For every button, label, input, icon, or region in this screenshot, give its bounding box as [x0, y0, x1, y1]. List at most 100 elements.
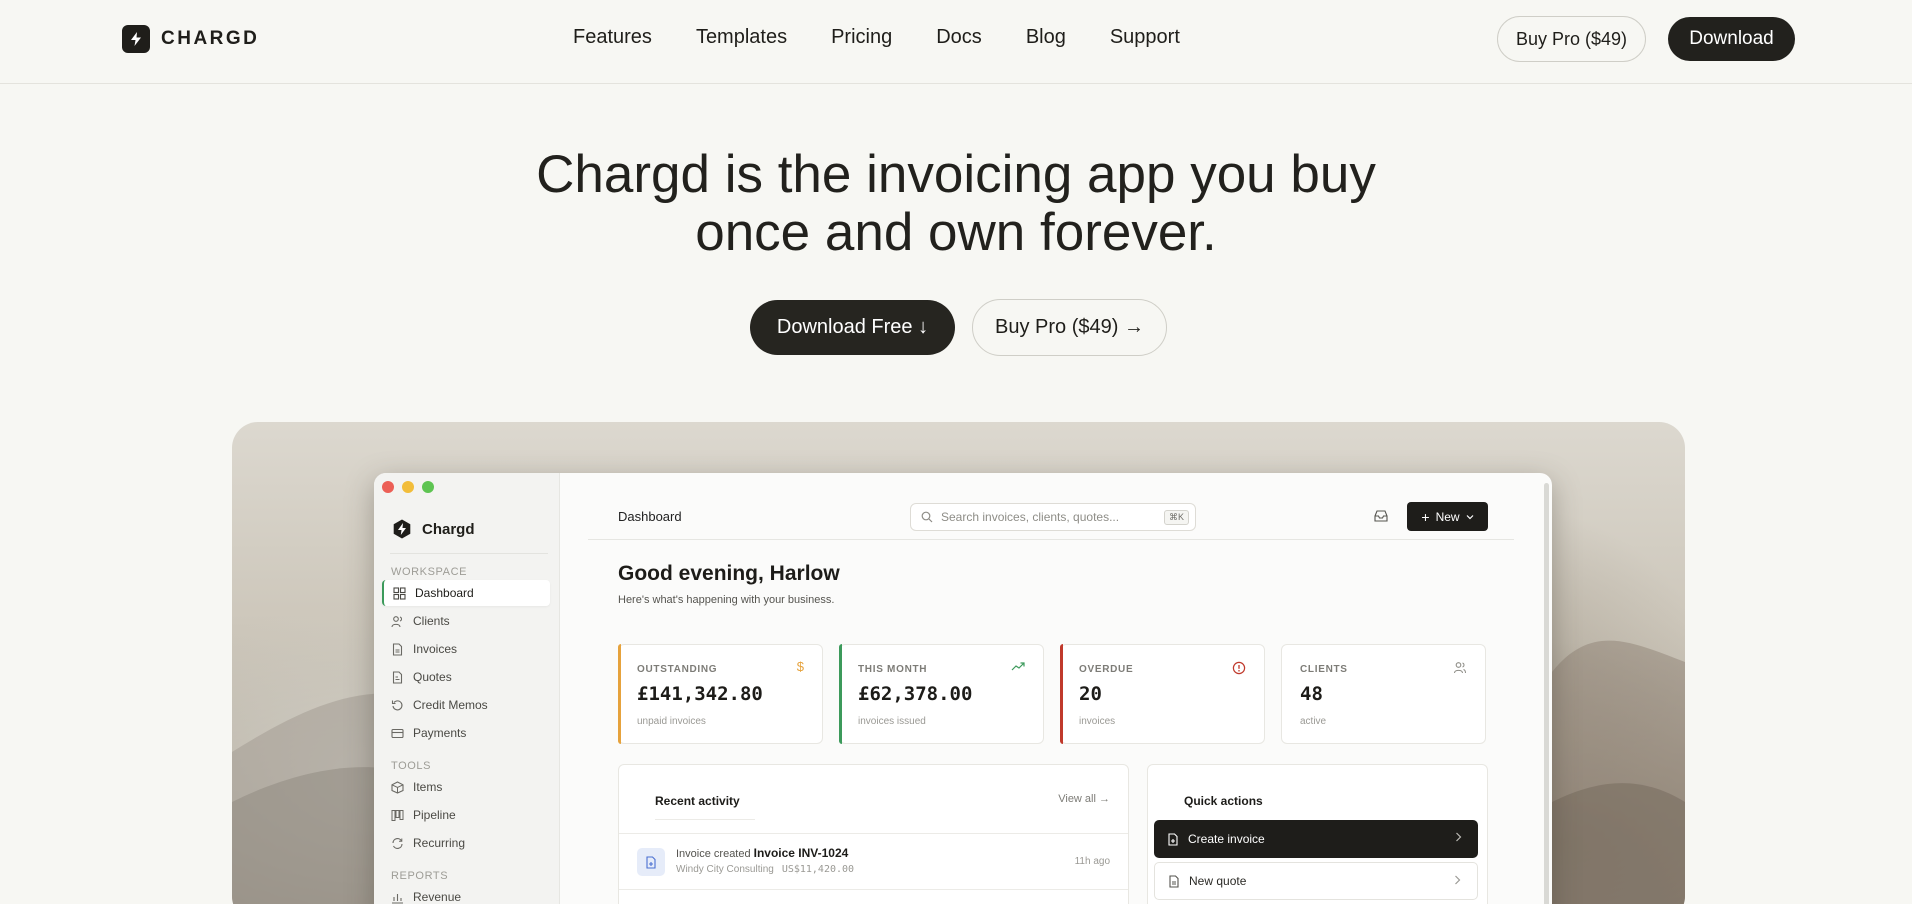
activity-action: Invoice created [676, 848, 751, 860]
dollar-icon: $ [796, 659, 804, 674]
card-sub: invoices [1079, 716, 1116, 727]
sidebar-item-label: Revenue [413, 890, 462, 904]
card-sub: active [1300, 716, 1327, 727]
sidebar-section-workspace: WORKSPACE [391, 566, 468, 578]
plus-icon: + [1421, 508, 1430, 525]
sidebar-item-label: Recurring [413, 836, 466, 850]
stat-card-this-month[interactable]: THIS MONTH £62,378.00 invoices issued [839, 644, 1044, 744]
sidebar-item-label: Payments [413, 726, 467, 740]
top-nav: CHARGD Features Templates Pricing Docs B… [0, 0, 1912, 84]
sidebar-item-clients[interactable]: Clients [382, 608, 550, 634]
activity-time: 11h ago [1074, 856, 1110, 867]
refresh-icon [392, 837, 403, 849]
close-window-icon[interactable] [382, 481, 394, 493]
scrollbar[interactable] [1544, 483, 1549, 904]
sidebar-divider [390, 553, 548, 554]
list-item[interactable]: Invoice created Invoice INV-1024 Windy Ci… [619, 833, 1128, 889]
search-input[interactable]: Search invoices, clients, quotes... ⌘K [910, 503, 1196, 531]
hero-buy-pro-button[interactable]: Buy Pro ($49) → [972, 299, 1167, 356]
nav-links: Features Templates Pricing Docs Blog Sup… [573, 26, 1180, 49]
nav-link-features[interactable]: Features [573, 26, 652, 49]
app-brand-name: Chargd [422, 520, 475, 538]
sidebar-item-quotes[interactable]: Quotes [382, 664, 550, 690]
hero-title: Chargd is the invoicing app you buy once… [456, 146, 1456, 262]
hero-title-line2: once and own forever. [695, 203, 1217, 262]
nav-link-support[interactable]: Support [1110, 26, 1180, 49]
nav-link-pricing[interactable]: Pricing [831, 26, 892, 49]
card-label: CLIENTS [1300, 664, 1348, 675]
panel-title: Quick actions [1184, 794, 1263, 808]
card-label: OUTSTANDING [637, 664, 718, 675]
minimize-window-icon[interactable] [402, 481, 414, 493]
card-accent-bar [839, 644, 842, 744]
view-all-link[interactable]: View all → [1058, 793, 1110, 805]
card-label: THIS MONTH [858, 664, 928, 675]
sidebar-item-pipeline[interactable]: Pipeline [382, 802, 550, 828]
search-icon [921, 511, 933, 523]
greeting-subtitle: Here's what's happening with your busine… [618, 594, 835, 606]
rotate-ccw-icon [391, 699, 403, 710]
app-brand[interactable]: Chargd [392, 519, 475, 539]
users-icon [391, 615, 402, 627]
page-title: Dashboard [618, 509, 682, 524]
sidebar-item-invoices[interactable]: Invoices [382, 636, 550, 662]
stat-card-outstanding[interactable]: OUTSTANDING $ £141,342.80 unpaid invoice… [618, 644, 823, 744]
app-logo-icon [393, 519, 411, 539]
download-button[interactable]: Download [1668, 17, 1795, 61]
sidebar-item-label: Pipeline [413, 808, 456, 822]
card-value: £62,378.00 [858, 683, 973, 705]
alert-circle-icon [1232, 661, 1246, 675]
sidebar-item-payments[interactable]: Payments [382, 720, 550, 746]
header-divider [588, 539, 1514, 540]
chevron-right-icon [1455, 875, 1461, 885]
sidebar-item-label: Dashboard [415, 586, 474, 600]
file-plus-icon [1168, 832, 1178, 846]
brand-logo[interactable]: CHARGD [122, 25, 259, 53]
activity-title: Invoice created Invoice INV-1024 [676, 846, 848, 860]
chevron-down-icon [1466, 514, 1474, 519]
chart-icon [392, 893, 403, 904]
activity-meta: Windy City Consulting US$11,420.00 [676, 864, 854, 875]
app-window: Chargd WORKSPACE Dashboard Clients Invoi… [374, 473, 1552, 904]
sidebar-section-tools: TOOLS [391, 760, 432, 772]
greeting-title: Good evening, Harlow [618, 562, 840, 585]
recent-activity-panel: Recent activity View all → Invoice creat… [618, 764, 1129, 904]
nav-link-templates[interactable]: Templates [696, 26, 787, 49]
buy-pro-button[interactable]: Buy Pro ($49) [1497, 16, 1646, 62]
create-invoice-button[interactable]: Create invoice [1154, 820, 1478, 858]
hero-title-line1: Chargd is the invoicing app you buy [536, 145, 1376, 204]
maximize-window-icon[interactable] [422, 481, 434, 493]
search-shortcut-badge: ⌘K [1163, 509, 1189, 525]
nav-link-blog[interactable]: Blog [1026, 26, 1066, 49]
title-underline [655, 819, 755, 820]
sidebar-item-items[interactable]: Items [382, 774, 550, 800]
card-label: OVERDUE [1079, 664, 1134, 675]
list-item[interactable] [619, 889, 1128, 904]
nav-link-docs[interactable]: Docs [936, 26, 982, 49]
sidebar-item-label: Items [413, 780, 443, 794]
file-text-icon [392, 670, 403, 684]
new-button[interactable]: + New [1407, 502, 1488, 531]
activity-client: Windy City Consulting [676, 864, 774, 875]
download-free-button[interactable]: Download Free ↓ [750, 300, 955, 355]
sidebar-item-credit-memos[interactable]: Credit Memos [382, 692, 550, 718]
window-controls [382, 481, 434, 493]
inbox-icon[interactable] [1374, 510, 1388, 522]
sidebar-item-revenue[interactable]: Revenue [382, 884, 550, 904]
card-accent-bar [618, 644, 621, 744]
new-quote-button[interactable]: New quote [1154, 862, 1478, 900]
sidebar-item-label: Credit Memos [413, 698, 488, 712]
box-icon [391, 780, 404, 794]
sidebar-item-recurring[interactable]: Recurring [382, 830, 550, 856]
card-value: £141,342.80 [637, 683, 763, 705]
credit-card-icon [391, 728, 404, 738]
card-value: 20 [1079, 683, 1102, 705]
chevron-right-icon [1456, 832, 1462, 842]
sidebar-item-label: Clients [413, 614, 450, 628]
activity-amount: US$11,420.00 [781, 864, 855, 875]
sidebar-item-dashboard[interactable]: Dashboard [382, 580, 550, 606]
stat-card-overdue[interactable]: OVERDUE 20 invoices [1060, 644, 1265, 744]
activity-ref[interactable]: Invoice INV-1024 [754, 846, 849, 860]
stat-card-clients[interactable]: CLIENTS 48 active [1281, 644, 1486, 744]
card-sub: unpaid invoices [637, 716, 706, 727]
